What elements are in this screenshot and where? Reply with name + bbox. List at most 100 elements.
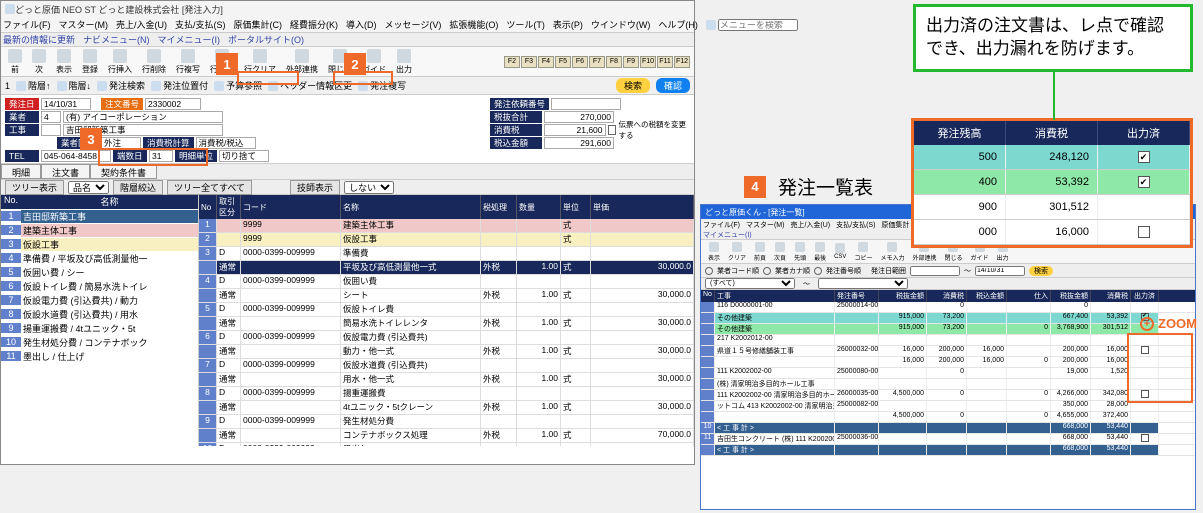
lw-row[interactable]: 16,000200,00016,0000200,00016,000 [701,357,1195,368]
lw-search-btn[interactable]: 検索 [1029,266,1053,276]
lw-output-checkbox[interactable] [1141,390,1149,398]
tree-row[interactable]: 5 仮囲い費 / シー [1,265,198,279]
tree-row[interactable]: 3 仮設工事 [1,237,198,251]
toolbar-button[interactable]: 行複写 [173,48,203,76]
submenu-item[interactable]: ポータルサイト(O) [228,33,304,46]
grid-row[interactable]: 通常簡易水洗トイレレンタ外税1.00式30,000.0 [199,317,694,331]
lw-row[interactable]: 116 D0000001-0025000014-0000 [701,302,1195,313]
search-pill[interactable]: 検索 [616,78,650,93]
lw-row[interactable]: 県道１５号修繕舗装工事26000032-0016,000200,00016,00… [701,346,1195,357]
tax-calc[interactable]: 消費税/税込 [196,137,256,149]
grid-row[interactable]: 7D0000-0399-009999仮設水道費 (引込費共) [199,359,694,373]
order-date-field[interactable]: 14/10/31 [41,98,91,110]
toolbar-button[interactable]: 表示 [53,48,75,76]
fkey[interactable]: F11 [657,56,673,68]
grid-row[interactable]: 5D0000-0399-009999仮設トイレ費 [199,303,694,317]
grid-row[interactable]: 通常コンテナボックス処理外税1.00式70,000.0 [199,429,694,443]
menu-item[interactable]: 経費振分(K) [290,18,338,31]
tab-contract[interactable]: 契約条件書 [90,164,157,179]
lw-toolbar-button[interactable]: メモ入力 [877,241,907,263]
lw-row[interactable]: その他建築915,00073,200667,40053,392 [701,313,1195,324]
menu-item[interactable]: メッセージ(V) [385,18,442,31]
lw-menu-item[interactable]: マスター(M) [746,220,785,230]
level-filter-btn[interactable]: 階層絞込 [113,180,163,195]
lw-row[interactable]: ットコム 413 K2002002-00 清家明治多目的ホール工事2500008… [701,401,1195,412]
tree-row[interactable]: 10 発生材処分費 / コンテナボック [1,335,198,349]
tree-row[interactable]: 11 墨出し / 仕上げ [1,349,198,363]
lw-row[interactable]: 111 K2002002-00 清家明治多目的ホール工事26000035-004… [701,390,1195,401]
lw-row[interactable]: その他建築915,00073,20003,768,900301,512 [701,324,1195,335]
lw-output-checkbox[interactable] [1141,434,1149,442]
menu-search-input[interactable] [718,19,798,31]
toolbar-button[interactable]: 行挿入 [105,48,135,76]
lw-toolbar-button[interactable]: クリア [725,241,749,263]
grid-row[interactable]: 9D0000-0399-009999発生材処分費 [199,415,694,429]
tree-display-btn[interactable]: ツリー表示 [5,180,64,195]
skill-select[interactable]: しない [344,181,394,194]
vendor-code[interactable]: 4 [41,111,61,123]
toolbar-button[interactable]: 出力 [393,48,415,76]
lw-work-select2[interactable] [818,278,908,289]
submenu-item[interactable]: マイメニュー(I) [158,33,221,46]
lw-toolbar-button[interactable]: 最後 [811,241,829,263]
fkey[interactable]: F12 [674,56,690,68]
radio-vendor-code[interactable] [705,267,713,275]
fkey[interactable]: F10 [640,56,656,68]
tree-row[interactable]: 8 仮設水道費 (引込費共) / 用水 [1,307,198,321]
menu-item[interactable]: ウインドウ(W) [591,18,651,31]
order-no-field[interactable]: 2330002 [145,98,201,110]
date-from[interactable] [910,266,960,276]
lw-menu-item[interactable]: 原価集計 [881,220,909,230]
tab-detail[interactable]: 明細 [1,164,41,179]
lw-row[interactable]: 217 K2002012-00 [701,335,1195,346]
tree-all-btn[interactable]: ツリー全てすべて [167,180,252,195]
output-checkbox[interactable]: ✔ [1138,176,1150,188]
menu-item[interactable]: 売上/入金(U) [116,18,167,31]
menu-item[interactable]: 拡張機能(O) [449,18,498,31]
lw-row[interactable]: 10< 工 事 計 >668,00053,440 [701,423,1195,434]
grid-row[interactable]: 6D0000-0399-009999仮設電力費 (引込費共) [199,331,694,345]
approv-no[interactable] [551,98,621,110]
fkey[interactable]: F9 [623,56,639,68]
subtoolbar-button[interactable]: 階層↓ [57,79,92,92]
toolbar-button[interactable]: 行削除 [139,48,169,76]
skill-display-btn[interactable]: 技師表示 [290,180,340,195]
radio-vendor-kana[interactable] [763,267,771,275]
menu-item[interactable]: マスター(M) [59,18,109,31]
tree-row[interactable]: 1吉田邸新築工事 [1,209,198,223]
round-unit[interactable]: 切り捨て [219,150,269,162]
fkey[interactable]: F2 [504,56,520,68]
grid-row[interactable]: 3D0000-0399-009999準備費 [199,247,694,261]
toolbar-button[interactable]: 次 [29,48,49,76]
output-checkbox[interactable] [1138,226,1150,238]
tree-row[interactable]: 4 準備費 / 平坂及び高低測量他一 [1,251,198,265]
grid-row[interactable]: 通常用水・他一式外税1.00式30,000.0 [199,373,694,387]
grid-row[interactable]: 29999仮設工事式 [199,233,694,247]
output-checkbox[interactable]: ✔ [1138,151,1150,163]
lw-toolbar-button[interactable]: 表示 [705,241,723,263]
grid-row[interactable]: 通常動力・他一式外税1.00式30,000.0 [199,345,694,359]
submenu-item[interactable]: ナビメニュー(N) [83,33,150,46]
toolbar-button[interactable]: 登録 [79,48,101,76]
lw-menu-item[interactable]: 支払/支払(S) [836,220,875,230]
subtoolbar-button[interactable]: 発注位置付 [151,79,208,92]
lw-toolbar-button[interactable]: 次頁 [771,241,789,263]
grid-row[interactable]: 10D0000-0399-009999墨出し [199,443,694,446]
lw-toolbar-button[interactable]: CSV [831,242,849,261]
grid-row[interactable]: 4D0000-0399-009999仮囲い費 [199,275,694,289]
menu-item[interactable]: 原価集計(C) [234,18,283,31]
radio-order-no[interactable] [814,267,822,275]
lw-row[interactable]: 11吉田生コンクリート (株) 111 K2002004-00 寄住ビル新築工事… [701,434,1195,445]
tree-row[interactable]: 9 揚重運搬費 / 4tユニック・5t [1,321,198,335]
grid-row[interactable]: 通常4tユニック・5tクレーン外税1.00式30,000.0 [199,401,694,415]
lw-row[interactable]: < 工 事 計 >668,00053,440 [701,445,1195,456]
grid-row[interactable]: 通常シート外税1.00式30,000.0 [199,289,694,303]
submenu-item[interactable]: 最新の情報に更新 [3,33,75,46]
lw-toolbar-button[interactable]: 前頁 [751,241,769,263]
fkey[interactable]: F8 [606,56,622,68]
fkey[interactable]: F5 [555,56,571,68]
menu-item[interactable]: 導入(D) [346,18,377,31]
lw-output-checkbox[interactable] [1141,346,1149,354]
confirm-pill[interactable]: 確認 [656,78,690,93]
lw-toolbar-button[interactable]: コピー [851,241,875,263]
